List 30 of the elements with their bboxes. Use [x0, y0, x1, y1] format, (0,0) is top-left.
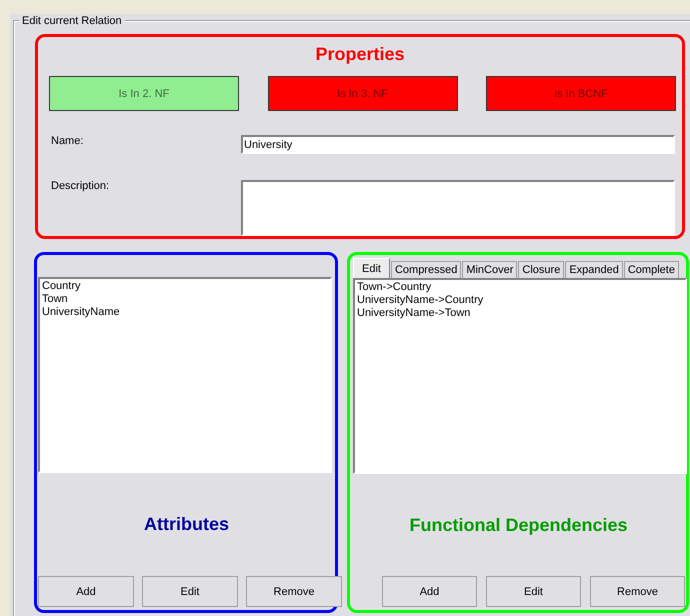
- name-label: Name:: [51, 135, 84, 149]
- tab[interactable]: Expanded: [565, 261, 623, 278]
- list-item[interactable]: UniversityName->Town: [357, 307, 683, 320]
- list-item[interactable]: UniversityName->Country: [357, 294, 683, 307]
- name-field[interactable]: University: [241, 135, 675, 154]
- list-item[interactable]: Town->Country: [357, 281, 683, 294]
- status-indicator: Is In BCNF: [486, 76, 676, 111]
- tab[interactable]: Edit: [353, 258, 390, 278]
- list-item[interactable]: Country: [42, 280, 328, 293]
- status-indicator: Is In 2. NF: [49, 76, 239, 111]
- tab[interactable]: Compressed: [390, 261, 462, 278]
- tab[interactable]: Closure: [518, 261, 564, 278]
- tab[interactable]: MinCover: [462, 261, 518, 278]
- dependencies-list[interactable]: Town->Country UniversityName->Country UniversityName->Town: [353, 278, 687, 474]
- action-button[interactable]: Add: [38, 576, 134, 607]
- attributes-label: Attributes: [144, 514, 229, 535]
- action-button[interactable]: Remove: [246, 576, 342, 607]
- action-button[interactable]: Edit: [486, 576, 581, 607]
- action-button[interactable]: Edit: [142, 576, 238, 607]
- status-indicator: Is In 3. NF: [268, 76, 458, 111]
- description-label: Description:: [51, 180, 110, 194]
- action-button[interactable]: Add: [382, 576, 477, 607]
- list-item[interactable]: Town: [42, 293, 328, 306]
- list-item[interactable]: UniversityName: [42, 306, 328, 319]
- attributes-list[interactable]: Country Town UniversityName: [38, 277, 332, 473]
- dependencies-label: Functional Dependencies: [409, 514, 628, 536]
- action-button[interactable]: Remove: [590, 576, 685, 607]
- tab[interactable]: Complete: [624, 261, 679, 278]
- properties-label: Properties: [315, 43, 405, 65]
- description-field[interactable]: [241, 180, 675, 236]
